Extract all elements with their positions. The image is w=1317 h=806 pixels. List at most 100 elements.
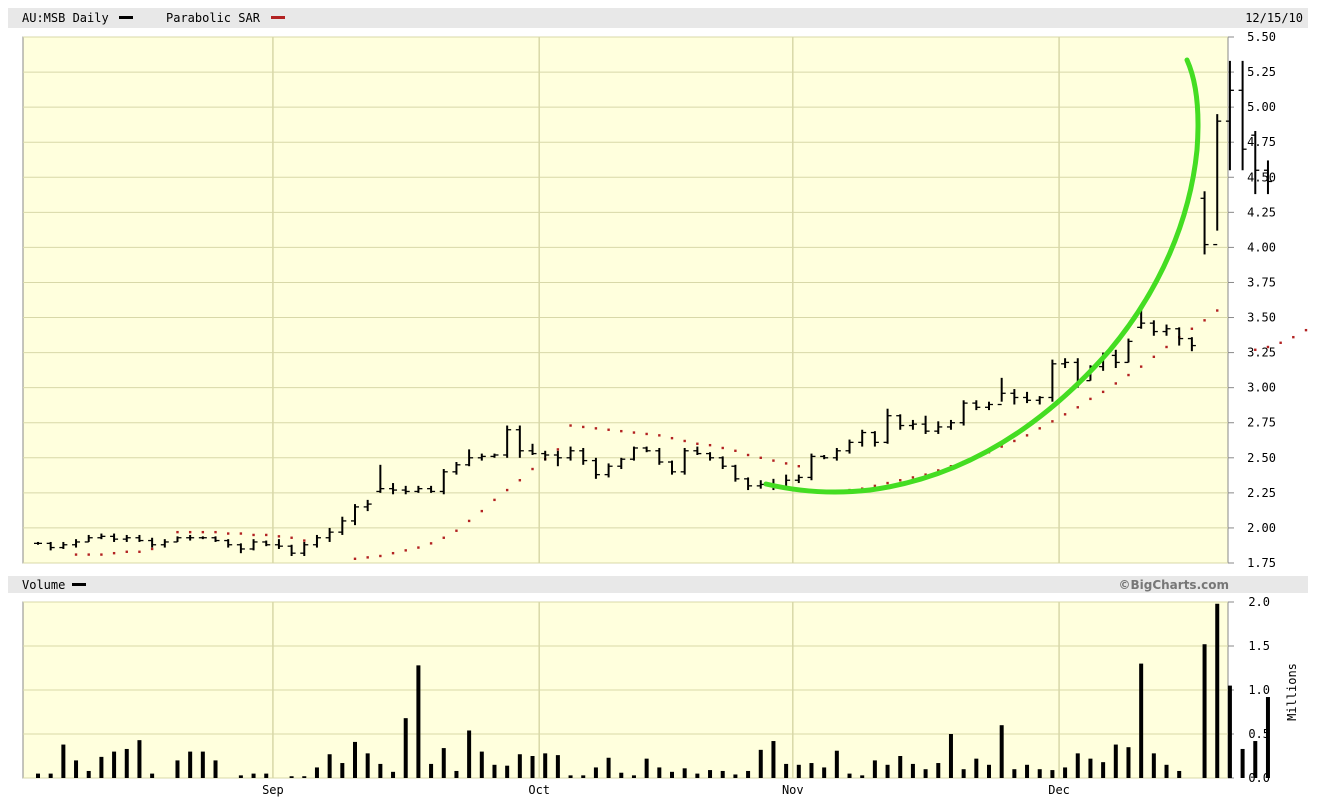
sar-dot bbox=[1203, 319, 1206, 322]
sar-dot bbox=[480, 509, 483, 513]
sar-dot bbox=[417, 546, 420, 549]
sar-dot bbox=[379, 554, 382, 558]
volume-bar bbox=[1037, 769, 1042, 778]
sar-dot bbox=[1190, 327, 1194, 330]
volume-bar bbox=[948, 734, 953, 778]
sar-dot bbox=[1216, 309, 1219, 312]
sar-dot bbox=[1254, 348, 1257, 351]
sar-dot bbox=[455, 529, 458, 532]
sar-dot bbox=[188, 530, 192, 534]
volume-bar bbox=[644, 758, 649, 778]
sar-dot bbox=[911, 476, 915, 479]
volume-bar bbox=[530, 756, 535, 778]
volume-bar bbox=[1164, 764, 1169, 778]
brand-watermark: ©BigCharts.com bbox=[1118, 578, 1229, 592]
volume-bar bbox=[961, 769, 966, 778]
sar-dot bbox=[265, 533, 268, 537]
price-y-tick-label: 2.00 bbox=[1247, 521, 1276, 535]
sar-dot bbox=[429, 542, 433, 545]
price-plot-area bbox=[22, 36, 1229, 564]
volume-bar bbox=[720, 770, 725, 778]
volume-bar bbox=[137, 740, 142, 778]
volume-unit-label: Millions bbox=[1285, 663, 1299, 721]
sar-dot bbox=[1165, 345, 1168, 349]
volume-bar bbox=[568, 775, 573, 778]
sar-dot bbox=[518, 479, 522, 482]
volume-bar bbox=[48, 773, 53, 778]
volume-bar bbox=[885, 764, 890, 778]
header-date: 12/15/10 bbox=[1245, 11, 1303, 25]
volume-y-tick-label: 2.0 bbox=[1248, 595, 1270, 609]
price-y-tick-label: 4.50 bbox=[1247, 170, 1276, 184]
sar-dot bbox=[100, 553, 103, 556]
sar-dot bbox=[176, 530, 179, 534]
volume-bar bbox=[543, 753, 548, 778]
volume-bar bbox=[923, 769, 928, 778]
sar-dot bbox=[201, 530, 205, 534]
sar-dot bbox=[1101, 390, 1105, 394]
sar-dot bbox=[1139, 365, 1143, 368]
volume-bar bbox=[631, 775, 636, 778]
sar-dot bbox=[239, 532, 243, 535]
volume-bar bbox=[505, 765, 510, 778]
volume-bar bbox=[378, 763, 383, 778]
volume-header-bar bbox=[8, 576, 1308, 593]
sar-dot bbox=[138, 550, 141, 553]
price-y-tick-label: 3.00 bbox=[1247, 381, 1276, 395]
volume-y-tick-label: 1.0 bbox=[1248, 683, 1270, 697]
volume-bar bbox=[492, 764, 497, 778]
volume-bar bbox=[987, 764, 991, 778]
sar-dot bbox=[734, 449, 737, 452]
volume-bar bbox=[1265, 697, 1270, 778]
sar-dot bbox=[899, 479, 902, 482]
sar-dot bbox=[442, 536, 445, 539]
volume-bar bbox=[213, 760, 218, 778]
sar-dot bbox=[886, 481, 889, 485]
volume-bar bbox=[1025, 764, 1030, 778]
volume-bar bbox=[872, 760, 877, 778]
sar-dot bbox=[683, 439, 686, 443]
volume-bar bbox=[860, 775, 865, 778]
sar-dot bbox=[797, 465, 800, 468]
volume-bar bbox=[1227, 685, 1232, 778]
price-y-tick-label: 3.75 bbox=[1247, 275, 1276, 289]
price-y-tick-label: 5.25 bbox=[1247, 65, 1276, 79]
sar-dot bbox=[658, 434, 661, 437]
volume-y-axis: 2.01.51.00.50.0 bbox=[1228, 595, 1270, 785]
sar-dot bbox=[632, 431, 636, 434]
volume-bar bbox=[1177, 770, 1182, 778]
volume-bar bbox=[314, 767, 319, 778]
x-axis: Sep Oct Nov Dec bbox=[262, 783, 1070, 797]
sar-dot bbox=[1266, 345, 1270, 349]
volume-label: Volume bbox=[22, 578, 65, 592]
volume-bar bbox=[657, 767, 662, 778]
volume-bar bbox=[264, 773, 269, 778]
sar-dot bbox=[252, 533, 255, 537]
volume-bar bbox=[1075, 753, 1080, 778]
volume-bar bbox=[403, 718, 408, 778]
stock-chart: AU:MSB Daily Parabolic SAR 12/15/10 5.50… bbox=[0, 0, 1317, 797]
sar-dot bbox=[607, 428, 610, 431]
sar-dot bbox=[645, 432, 648, 436]
volume-bar bbox=[517, 754, 522, 778]
volume-bar bbox=[910, 763, 915, 778]
sar-dot bbox=[1013, 439, 1016, 443]
volume-bar bbox=[1063, 767, 1068, 778]
volume-bar bbox=[251, 773, 256, 778]
volume-bar bbox=[606, 757, 611, 778]
volume-bar bbox=[619, 772, 624, 778]
sar-dot bbox=[1076, 406, 1079, 409]
volume-bar bbox=[467, 730, 472, 778]
sar-dot bbox=[227, 532, 230, 535]
volume-bar bbox=[999, 725, 1004, 778]
sar-dot bbox=[1025, 434, 1029, 437]
sar-dot bbox=[759, 456, 762, 459]
volume-bar bbox=[150, 773, 155, 778]
volume-bar bbox=[1240, 748, 1245, 778]
volume-bar bbox=[1012, 769, 1017, 778]
volume-bar bbox=[1215, 603, 1220, 778]
volume-bar bbox=[124, 748, 129, 778]
sar-dot bbox=[467, 519, 471, 523]
volume-bar bbox=[1253, 741, 1258, 778]
sar-dot bbox=[493, 498, 496, 502]
